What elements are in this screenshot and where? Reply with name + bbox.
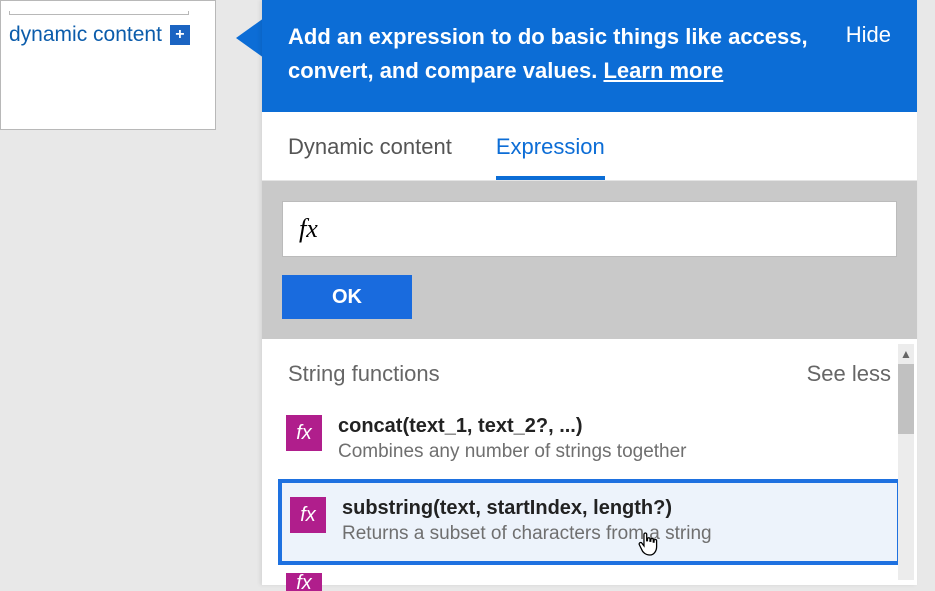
fx-icon: fx [299, 214, 318, 244]
left-panel-fragment: dynamic content + [0, 0, 216, 130]
ok-button[interactable]: OK [282, 275, 412, 319]
expression-editor-block: fx OK [262, 181, 917, 339]
scroll-thumb[interactable] [898, 364, 914, 434]
banner-text: Add an expression to do basic things lik… [288, 20, 826, 88]
section-title: String functions [288, 361, 440, 387]
plus-icon: + [170, 25, 190, 45]
add-dynamic-content-link[interactable]: dynamic content + [1, 19, 215, 47]
fx-icon: fx [286, 573, 322, 591]
expression-popup: Add an expression to do basic things lik… [262, 0, 917, 585]
scroll-up-icon[interactable]: ▲ [898, 344, 914, 364]
string-functions-header: String functions See less [262, 339, 917, 407]
see-less-button[interactable]: See less [807, 361, 891, 387]
function-title: substring(text, startIndex, length?) [342, 497, 712, 520]
callout-arrow-icon [236, 18, 264, 58]
input-box-fragment [9, 11, 189, 15]
tab-dynamic-content[interactable]: Dynamic content [288, 134, 452, 180]
function-desc: Combines any number of strings together [338, 441, 687, 463]
dynamic-content-label: dynamic content [9, 23, 162, 47]
fx-icon: fx [290, 497, 326, 533]
learn-more-link[interactable]: Learn more [603, 58, 723, 83]
tab-expression[interactable]: Expression [496, 134, 605, 180]
function-desc: Returns a subset of characters from a st… [342, 523, 712, 545]
info-banner: Add an expression to do basic things lik… [262, 0, 917, 112]
function-title: concat(text_1, text_2?, ...) [338, 415, 687, 438]
function-item-concat[interactable]: fx concat(text_1, text_2?, ...) Combines… [278, 407, 901, 473]
function-item-substring[interactable]: fx substring(text, startIndex, length?) … [278, 479, 901, 565]
function-item-replace[interactable]: fx [278, 565, 901, 591]
expression-input[interactable]: fx [282, 201, 897, 257]
tabs: Dynamic content Expression [262, 112, 917, 181]
fx-icon: fx [286, 415, 322, 451]
function-list: fx concat(text_1, text_2?, ...) Combines… [262, 407, 917, 591]
scrollbar[interactable]: ▲ [898, 344, 914, 580]
hide-button[interactable]: Hide [846, 20, 891, 48]
